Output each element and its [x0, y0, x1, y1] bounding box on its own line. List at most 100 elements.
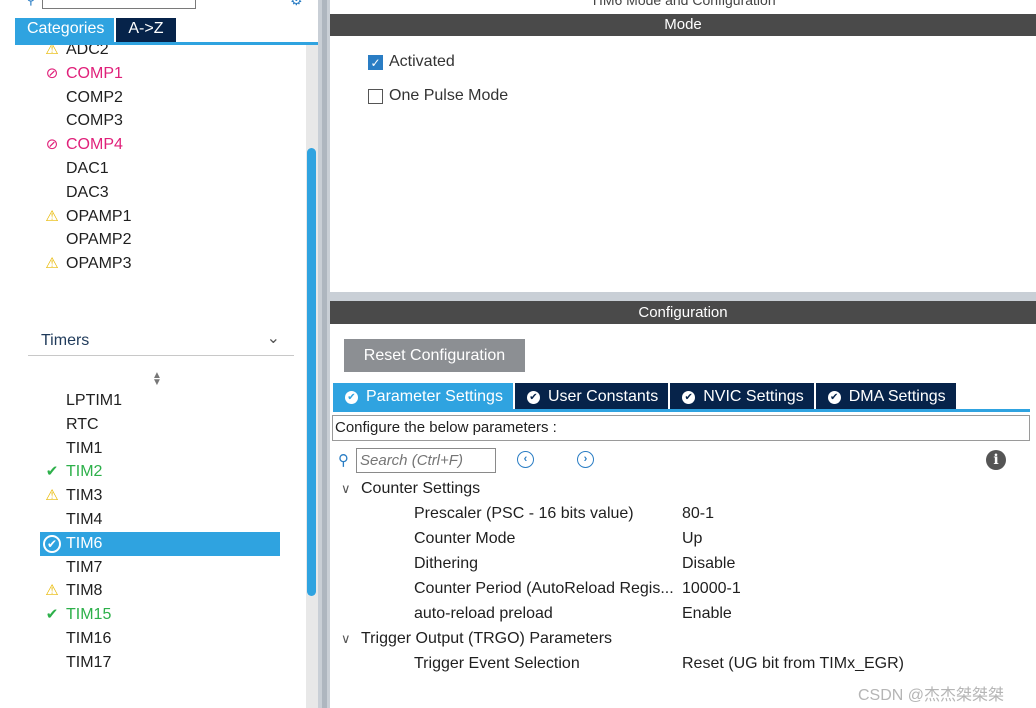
analog-list-viewport: ⚠ ADC2 ⊘ COMP1 COMP2 COMP3 ⊘ COMP4 DAC1 DAC3 ⚠ OPAM… [0, 45, 300, 285]
item-label: TIM7 [66, 558, 103, 576]
parameter-name[interactable]: Dithering [414, 555, 478, 573]
warning-icon: ⚠ [45, 255, 59, 273]
analog-list: ⚠ ADC2 ⊘ COMP1 COMP2 COMP3 ⊘ COMP4 DAC1 DAC3 ⚠ OPAM… [40, 45, 132, 278]
analog-item-comp4[interactable]: ⊘ COMP4 [40, 133, 132, 157]
timer-item-tim6[interactable]: ✔ TIM6 [40, 532, 122, 556]
parameter-group[interactable]: ∨ Counter Settings [341, 480, 480, 498]
parameter-name[interactable]: Trigger Event Selection [414, 655, 580, 673]
analog-item-dac3[interactable]: DAC3 [40, 181, 132, 205]
component-search-input[interactable] [42, 0, 196, 9]
item-label: ADC2 [66, 45, 109, 58]
parameter-group[interactable]: ∨ Trigger Output (TRGO) Parameters [341, 630, 612, 648]
parameter-value[interactable]: 10000-1 [682, 580, 741, 598]
parameter-value[interactable]: Disable [682, 555, 735, 573]
timers-category-header[interactable]: Timers ⌄ [28, 326, 294, 356]
chevron-down-icon[interactable]: ⌄ [267, 328, 280, 348]
item-label: COMP3 [66, 112, 123, 130]
activated-label: Activated [389, 53, 455, 70]
chevron-down-icon[interactable]: ∨ [341, 631, 355, 647]
timer-item-tim8[interactable]: ⚠ TIM8 [40, 579, 122, 603]
item-label: OPAMP1 [66, 207, 132, 225]
item-label: TIM4 [66, 510, 103, 528]
analog-item-comp1[interactable]: ⊘ COMP1 [40, 62, 132, 86]
tab-user-constants[interactable]: ✔ User Constants [514, 383, 669, 410]
tab-a-z[interactable]: A->Z [116, 18, 176, 42]
timer-item-rtc[interactable]: RTC [40, 413, 122, 437]
parameter-name[interactable]: Prescaler (PSC - 16 bits value) [414, 505, 634, 523]
parameter-value[interactable]: Reset (UG bit from TIMx_EGR) [682, 655, 904, 673]
item-label: TIM6 [66, 534, 103, 552]
item-label: TIM17 [66, 653, 112, 671]
item-label: TIM3 [66, 487, 103, 505]
timer-item-tim15[interactable]: ✔ TIM15 [40, 603, 122, 627]
chevron-down-icon[interactable]: ∨ [341, 481, 355, 497]
check-circle-icon: ✔ [345, 391, 358, 404]
tab-dma-settings[interactable]: ✔ DMA Settings [815, 383, 956, 410]
window-title: TIM6 Mode and Configuration [590, 0, 776, 8]
item-label: RTC [66, 415, 99, 433]
warning-icon: ⚠ [45, 207, 59, 225]
sort-icon[interactable]: ▲ ▼ [152, 371, 162, 388]
previous-match-icon[interactable]: ‹ [517, 451, 534, 468]
item-label: TIM2 [66, 463, 103, 481]
check-icon: ✔ [42, 532, 62, 556]
analog-item-adc2[interactable]: ⚠ ADC2 [40, 45, 132, 62]
analog-item-comp2[interactable]: COMP2 [40, 86, 132, 110]
analog-item-comp3[interactable]: COMP3 [40, 109, 132, 133]
timers-list: LPTIM1 RTC TIM1 ✔ TIM2 ⚠ TIM3 TIM4 ✔ TIM6 TIM7 ⚠ TIM… [40, 389, 122, 675]
mode-config-splitter[interactable] [330, 292, 1036, 301]
panel-splitter-grip[interactable] [322, 0, 327, 708]
configuration-header: Configuration [330, 301, 1036, 324]
warning-icon: ⚠ [45, 45, 59, 58]
analog-item-opamp3[interactable]: ⚠ OPAMP3 [40, 252, 132, 276]
parameter-value[interactable]: 80-1 [682, 505, 714, 523]
parameter-name[interactable]: Counter Period (AutoReload Regis... [414, 580, 674, 598]
timer-item-tim17[interactable]: TIM17 [40, 651, 122, 675]
left-tabs: Categories A->Z [15, 18, 176, 42]
timer-item-tim4[interactable]: TIM4 [40, 508, 122, 532]
parameter-search-input[interactable] [356, 448, 496, 473]
group-label: Trigger Output (TRGO) Parameters [361, 630, 613, 647]
timer-item-tim16[interactable]: TIM16 [40, 627, 122, 651]
item-label: TIM8 [66, 582, 103, 600]
activated-checkbox[interactable]: ✓ [368, 55, 383, 70]
one-pulse-label: One Pulse Mode [389, 87, 509, 104]
group-label: Counter Settings [361, 480, 481, 497]
warning-icon: ⚠ [45, 582, 59, 600]
one-pulse-checkbox[interactable] [368, 89, 383, 104]
check-circle-icon: ✔ [526, 391, 540, 404]
timer-item-tim7[interactable]: TIM7 [40, 556, 122, 580]
mode-header: Mode [330, 14, 1036, 36]
search-icon: ⚲ [338, 452, 349, 469]
next-match-icon[interactable]: › [577, 451, 594, 468]
analog-item-dac1[interactable]: DAC1 [40, 157, 132, 181]
analog-item-opamp2[interactable]: OPAMP2 [40, 228, 132, 252]
parameter-name[interactable]: auto-reload preload [414, 605, 553, 623]
item-label: TIM15 [66, 606, 112, 624]
gear-icon[interactable]: ⚙ [290, 0, 303, 9]
item-label: LPTIM1 [66, 392, 123, 409]
parameter-value[interactable]: Enable [682, 605, 732, 623]
item-label: TIM16 [66, 629, 112, 647]
reset-configuration-button[interactable]: Reset Configuration [344, 339, 525, 372]
left-scrollbar-thumb[interactable] [307, 148, 316, 596]
parameter-name[interactable]: Counter Mode [414, 530, 515, 548]
item-label: OPAMP2 [66, 231, 132, 249]
parameter-value[interactable]: Up [682, 530, 702, 548]
item-label: TIM1 [66, 439, 103, 457]
info-icon[interactable]: i [986, 450, 1006, 470]
tab-label: DMA Settings [848, 388, 946, 405]
warning-icon: ⚠ [45, 487, 59, 505]
timer-item-tim3[interactable]: ⚠ TIM3 [40, 484, 122, 508]
tab-nvic-settings[interactable]: ✔ NVIC Settings [670, 383, 814, 410]
item-label: COMP2 [66, 88, 123, 106]
tab-parameter-settings[interactable]: ✔ Parameter Settings [333, 383, 513, 410]
analog-item-opamp1[interactable]: ⚠ OPAMP1 [40, 205, 132, 229]
tab-label: Parameter Settings [366, 388, 503, 405]
timer-item-tim1[interactable]: TIM1 [40, 437, 122, 461]
item-label: OPAMP3 [66, 255, 132, 273]
forbidden-icon: ⊘ [45, 64, 59, 82]
timer-item-tim2[interactable]: ✔ TIM2 [40, 460, 122, 484]
timer-item-lptim1[interactable]: LPTIM1 [40, 389, 122, 413]
tab-categories[interactable]: Categories [15, 18, 115, 42]
